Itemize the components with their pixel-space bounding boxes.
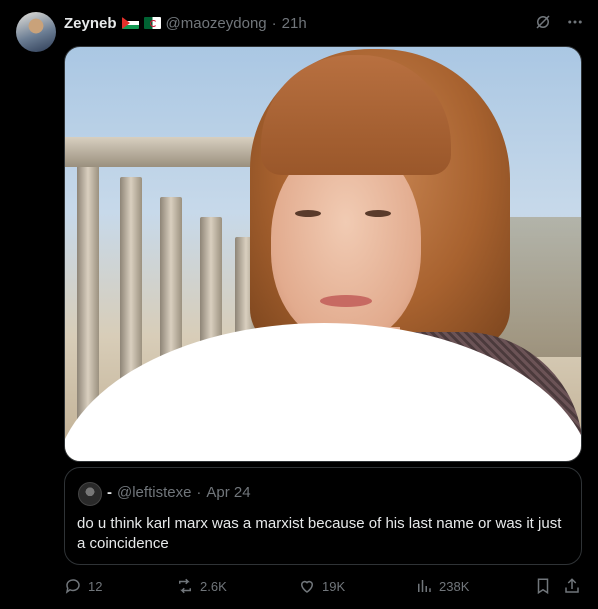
more-options-icon[interactable] [566,13,584,36]
repost-icon [179,578,191,594]
tweet-image[interactable] [64,46,582,462]
portrait-eye-right [365,210,391,217]
tweet-action-bar: 12 2.6K 19K 238K [64,577,584,597]
author-avatar[interactable] [16,12,56,52]
heart-icon [300,580,314,593]
bookmark-button[interactable] [534,577,552,595]
quoted-tweet-text: do u think karl marx was a marxist becau… [77,515,562,552]
author-handle[interactable]: @maozeydong [166,15,267,32]
views-button[interactable]: 238K [415,577,469,595]
separator-dot: · [196,484,202,501]
portrait-eye-left [295,210,321,217]
tweet-header: Zeyneb @maozeydong · 21h [64,13,307,33]
quoted-author-name: - [107,484,112,501]
bookmark-icon [537,578,549,595]
like-count: 19K [322,578,346,594]
quoted-tweet-header: - @leftistexe · Apr 24 [107,484,251,501]
quoted-tweet[interactable]: - @leftistexe · Apr 24 do u think karl m… [64,467,582,565]
share-icon [565,578,579,593]
share-button[interactable] [563,577,581,595]
quoted-author-avatar [78,482,102,506]
views-count: 238K [439,578,470,594]
repost-count: 2.6K [200,578,227,594]
tweet-top-actions [534,13,584,36]
quoted-author-handle: @leftistexe [117,484,192,501]
algeria-flag-icon [143,17,161,29]
tweet-time[interactable]: 21h [282,15,307,32]
grok-icon[interactable] [534,13,552,36]
portrait-lips [320,295,372,307]
reply-count: 12 [88,578,103,594]
quoted-tweet-date: Apr 24 [206,484,251,501]
palestine-flag-icon [121,17,139,29]
reply-icon [65,579,80,594]
reply-button[interactable]: 12 [64,577,102,595]
like-button[interactable]: 19K [298,577,345,595]
repost-button[interactable]: 2.6K [176,577,227,595]
views-chart-icon [418,580,431,592]
author-name[interactable]: Zeyneb [64,15,117,32]
separator-dot: · [271,14,277,32]
